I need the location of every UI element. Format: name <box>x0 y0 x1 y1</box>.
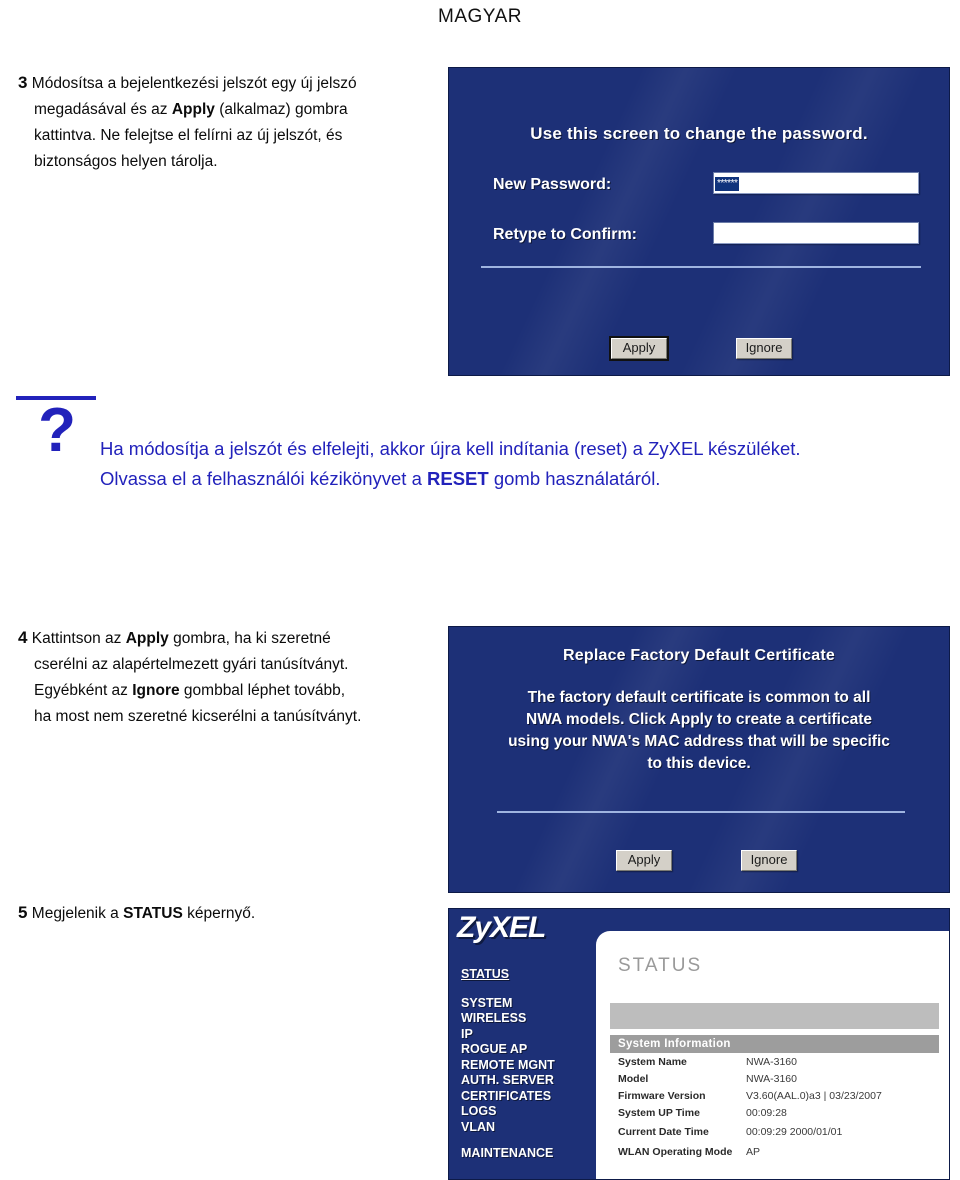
sidebar-item-system[interactable]: SYSTEM <box>461 996 611 1012</box>
step5-line1-b: képernyő. <box>182 905 256 922</box>
certificate-screen-title: Replace Factory Default Certificate <box>563 647 835 664</box>
instruction-step-4: 4 Kattintson az Apply gombra, ha ki szer… <box>18 625 438 730</box>
step3-apply-keyword: Apply <box>171 101 215 118</box>
step4-line1-b: gombra, ha ki szeretné <box>168 630 331 647</box>
step-number: 3 <box>18 73 28 92</box>
step3-line3: kattintva. Ne felejtse el felírni az új … <box>34 127 343 144</box>
zyxel-logo: ZyXEL <box>457 911 546 944</box>
step-number: 5 <box>18 903 28 922</box>
row-key: Model <box>618 1072 649 1085</box>
step-number: 4 <box>18 628 28 647</box>
row-key: Firmware Version <box>618 1089 706 1102</box>
password-apply-button[interactable]: Apply <box>609 336 669 361</box>
table-row: Model NWA-3160 <box>610 1070 939 1087</box>
row-key: System UP Time <box>618 1106 700 1119</box>
row-key: Current Date Time <box>618 1126 709 1138</box>
certificate-screen-screenshot: Replace Factory Default Certificate The … <box>448 626 950 893</box>
step5-status-keyword: STATUS <box>123 905 183 922</box>
certificate-body-line4: to this device. <box>647 755 751 772</box>
table-header: System Information <box>610 1035 939 1053</box>
sidebar-item-remote-mgnt[interactable]: REMOTE MGNT <box>461 1058 611 1074</box>
new-password-input[interactable]: ****** <box>713 172 919 194</box>
status-content-heading: STATUS <box>618 955 703 976</box>
step4-line2: cserélni az alapértelmezett gyári tanúsí… <box>34 656 349 673</box>
note-reset-keyword: RESET <box>427 468 489 489</box>
status-nav-menu[interactable]: STATUS SYSTEM WIRELESS IP ROGUE AP REMOT… <box>461 967 611 1162</box>
page-title: MAGYAR <box>438 6 522 27</box>
row-key: WLAN Operating Mode <box>618 1145 733 1158</box>
certificate-ignore-button[interactable]: Ignore <box>741 850 797 871</box>
row-key: System Name <box>618 1055 687 1068</box>
question-mark-icon: ? <box>38 396 76 465</box>
nav-spacer <box>461 1135 611 1146</box>
status-toolbar-strip <box>610 1003 939 1029</box>
certificate-body-line2: NWA models. Click Apply to create a cert… <box>526 711 872 728</box>
row-value: NWA-3160 <box>746 1055 797 1068</box>
new-password-label: New Password: <box>493 176 612 193</box>
table-row: WLAN Operating Mode AP <box>610 1141 939 1161</box>
new-password-value: ****** <box>715 177 740 191</box>
step5-line1-a: Megjelenik a <box>31 905 124 922</box>
note-line3: használatáról. <box>545 468 661 489</box>
certificate-screen-divider <box>497 811 905 813</box>
step4-line3-a: Egyébként az <box>34 682 133 699</box>
password-screen-title: Use this screen to change the password. <box>530 124 868 143</box>
table-row: System UP Time 00:09:28 <box>610 1104 939 1121</box>
step4-apply-keyword: Apply <box>125 630 169 647</box>
system-information-table: System Information System Name NWA-3160 … <box>610 1035 939 1179</box>
row-value: 00:09:29 2000/01/01 <box>746 1126 843 1138</box>
sidebar-item-auth-server[interactable]: AUTH. SERVER <box>461 1073 611 1089</box>
sidebar-item-maintenance[interactable]: MAINTENANCE <box>461 1146 611 1162</box>
step4-line3-b: gombbal léphet tovább, <box>179 682 346 699</box>
note-line1: Ha módosítja a jelszót és elfelejti, akk… <box>100 438 703 459</box>
certificate-body-line3: using your NWA's MAC address that will b… <box>508 733 890 750</box>
instruction-step-3: 3 Módosítsa a bejelentkezési jelszót egy… <box>18 70 438 175</box>
note-text: Ha módosítja a jelszót és elfelejti, akk… <box>100 404 860 494</box>
password-screen-screenshot: Use this screen to change the password. … <box>448 67 950 376</box>
sidebar-item-wireless[interactable]: WIRELESS <box>461 1011 611 1027</box>
sidebar-item-ip[interactable]: IP <box>461 1027 611 1043</box>
row-value: NWA-3160 <box>746 1072 797 1085</box>
sidebar-item-logs[interactable]: LOGS <box>461 1104 611 1120</box>
table-row: System Name NWA-3160 <box>610 1053 939 1070</box>
sidebar-item-vlan[interactable]: VLAN <box>461 1120 611 1136</box>
certificate-body-line1: The factory default certificate is commo… <box>527 689 871 706</box>
step4-line1-a: Kattintson az <box>31 630 126 647</box>
note-line2-b: gomb <box>488 468 541 489</box>
step4-ignore-keyword: Ignore <box>132 682 180 699</box>
status-screen-screenshot: ZyXEL STATUS SYSTEM WIRELESS IP ROGUE AP… <box>448 908 950 1180</box>
certificate-apply-button[interactable]: Apply <box>616 850 672 871</box>
sidebar-item-certificates[interactable]: CERTIFICATES <box>461 1089 611 1105</box>
instruction-step-5: 5 Megjelenik a STATUS képernyő. <box>18 900 438 927</box>
step3-line2-b: (alkalmaz) gombra <box>214 101 348 118</box>
row-value: V3.60(AAL.0)a3 | 03/23/2007 <box>746 1089 882 1102</box>
status-content-pane: STATUS System Information System Name NW… <box>596 931 949 1179</box>
table-row: Current Date Time 00:09:29 2000/01/01 <box>610 1121 939 1141</box>
row-value: AP <box>746 1145 761 1158</box>
sidebar-item-status[interactable]: STATUS <box>461 967 611 983</box>
step3-line1: Módosítsa a bejelentkezési jelszót egy ú… <box>31 75 357 92</box>
table-row: Firmware Version V3.60(AAL.0)a3 | 03/23/… <box>610 1087 939 1104</box>
sidebar-item-rogue-ap[interactable]: ROGUE AP <box>461 1042 611 1058</box>
step3-line2-a: megadásával és az <box>34 101 172 118</box>
retype-password-input[interactable] <box>713 222 919 244</box>
retype-password-label: Retype to Confirm: <box>493 226 637 243</box>
note-callout: ? Ha módosítja a jelszót és elfelejti, a… <box>14 396 894 494</box>
row-value: 00:09:28 <box>746 1106 787 1119</box>
step3-line4: biztonságos helyen tárolja. <box>34 153 218 170</box>
password-screen-divider <box>481 266 921 268</box>
step4-line4: ha most nem szeretné kicserélni a tanúsí… <box>34 708 362 725</box>
password-ignore-button[interactable]: Ignore <box>736 338 792 359</box>
